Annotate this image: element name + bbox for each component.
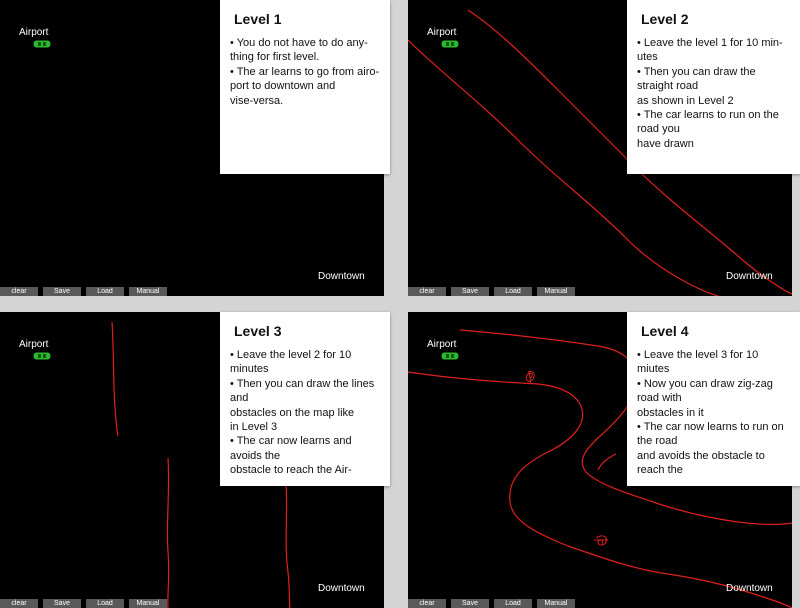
manual-button[interactable]: Manual [537, 599, 575, 608]
note-line: reach the [637, 464, 683, 477]
level-1-note: Level 1 • You do not have to do any- thi… [220, 0, 390, 174]
manual-button[interactable]: Manual [537, 287, 575, 296]
car-icon [33, 40, 51, 48]
note-line: obstacles on the map like [230, 406, 355, 419]
note-line: the road [637, 435, 678, 448]
note-line: thing for first level. [230, 51, 320, 64]
button-bar: clear Save Load Manual [408, 599, 792, 608]
note-line: • Leave the level 2 for 10 [230, 349, 352, 361]
road-line-left [166, 457, 170, 608]
note-line: obstacle to reach the Air- [230, 464, 352, 477]
road-line-mid [597, 453, 617, 471]
load-button[interactable]: Load [494, 287, 532, 296]
note-title: Level 1 [234, 11, 282, 27]
car-icon [441, 352, 459, 360]
note-lines: • Leave the level 3 for 10 miutes • Now … [637, 348, 796, 478]
button-bar: clear Save Load Manual [408, 287, 792, 296]
road-line-right [285, 483, 291, 608]
note-line: road you [637, 123, 680, 136]
road-line-upper [111, 321, 119, 437]
note-title: Level 3 [234, 323, 282, 339]
clear-button[interactable]: clear [0, 599, 38, 608]
note-line: • Leave the level 3 for 10 [637, 349, 759, 361]
clear-button[interactable]: clear [408, 287, 446, 296]
button-bar: clear Save Load Manual [0, 599, 384, 608]
obstacle-1 [525, 371, 535, 385]
level-2-note: Level 2 • Leave the level 1 for 10 min- … [627, 0, 800, 174]
downtown-label: Downtown [726, 583, 773, 594]
button-bar: clear Save Load Manual [0, 287, 384, 296]
downtown-label: Downtown [726, 271, 773, 282]
airport-label: Airport [19, 27, 49, 38]
note-line: • Then you can draw the [637, 65, 756, 78]
note-line: • The ar learns to go from airo- [230, 65, 380, 78]
note-line: and avoids the obstacle to [637, 449, 765, 462]
note-line: road with [637, 392, 682, 405]
airport-label: Airport [427, 27, 457, 38]
note-title: Level 4 [641, 323, 689, 339]
downtown-label: Downtown [318, 583, 365, 594]
save-button[interactable]: Save [43, 287, 81, 296]
car-icon [33, 352, 51, 360]
airport-label: Airport [19, 339, 49, 350]
note-line: have drawn [637, 137, 694, 150]
note-lines: • Leave the level 1 for 10 min- utes • T… [637, 36, 796, 151]
note-line: • The car learns to run on the [637, 109, 779, 122]
save-button[interactable]: Save [451, 599, 489, 608]
note-lines: • Leave the level 2 for 10 minutes • The… [230, 348, 386, 478]
note-line: miutes [637, 363, 670, 376]
note-line: as shown in Level 2 [637, 94, 734, 107]
save-button[interactable]: Save [451, 287, 489, 296]
note-title: Level 2 [641, 11, 689, 27]
note-line: utes [637, 51, 658, 64]
level-4-note: Level 4 • Leave the level 3 for 10 miute… [627, 312, 800, 486]
note-line: vise-versa. [230, 94, 284, 107]
note-line: avoids the [230, 449, 281, 462]
note-line: in Level 3 [230, 421, 278, 434]
airport-label: Airport [427, 339, 457, 350]
note-line: and [230, 392, 249, 405]
note-line: • The car now learns to run on [637, 421, 784, 434]
note-line: port to downtown and [230, 80, 336, 93]
clear-button[interactable]: clear [0, 287, 38, 296]
note-line: • Then you can draw the lines [230, 377, 375, 390]
note-line: • The car now learns and [230, 435, 352, 448]
note-line: • Now you can draw zig-zag [637, 377, 773, 390]
load-button[interactable]: Load [86, 599, 124, 608]
note-line: • You do not have to do any- [230, 37, 368, 49]
manual-button[interactable]: Manual [129, 599, 167, 608]
note-line: obstacles in it [637, 406, 704, 419]
level-3-note: Level 3 • Leave the level 2 for 10 minut… [220, 312, 390, 486]
obstacle-2 [594, 535, 608, 546]
note-line: minutes [230, 363, 269, 376]
load-button[interactable]: Load [86, 287, 124, 296]
note-line: • Leave the level 1 for 10 min- [637, 37, 783, 49]
note-lines: • You do not have to do any- thing for f… [230, 36, 386, 108]
downtown-label: Downtown [318, 271, 365, 282]
load-button[interactable]: Load [494, 599, 532, 608]
car-icon [441, 40, 459, 48]
save-button[interactable]: Save [43, 599, 81, 608]
clear-button[interactable]: clear [408, 599, 446, 608]
manual-button[interactable]: Manual [129, 287, 167, 296]
note-line: straight road [637, 80, 699, 93]
